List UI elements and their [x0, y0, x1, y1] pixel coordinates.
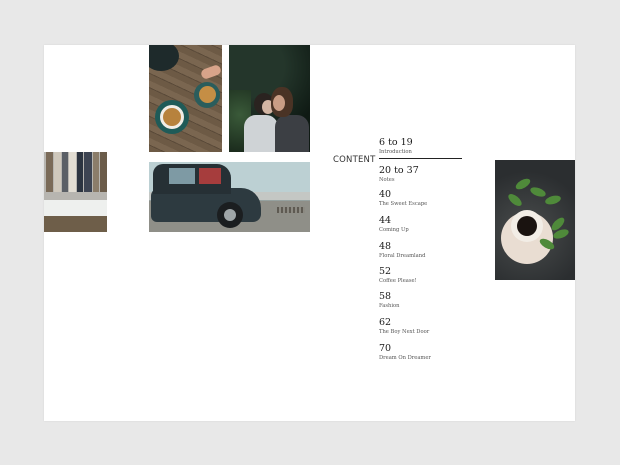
toc-title: Introduction [379, 149, 412, 155]
toc-entry[interactable]: 40 The Sweet Escape [379, 189, 427, 208]
toc-entry[interactable]: 58 Fashion [379, 291, 399, 310]
toc-entry[interactable]: 62 The Boy Next Door [379, 317, 429, 336]
photo-coffee-on-table [149, 45, 222, 152]
toc-entry[interactable]: 20 to 37 Notes [379, 165, 419, 184]
toc-title: The Sweet Escape [379, 201, 428, 207]
toc-page-range: 44 [379, 215, 392, 226]
toc-page-range: 58 [379, 291, 392, 302]
toc-entry[interactable]: 52 Coffee Please! [379, 266, 417, 285]
toc-page-range: 48 [379, 241, 392, 252]
contents-divider [379, 158, 462, 159]
toc-title: Coffee Please! [379, 278, 417, 284]
toc-entry[interactable]: 48 Floral Dreamland [379, 241, 425, 260]
photo-clothes-rack [44, 152, 107, 232]
toc-title: Dream On Dreamer [379, 355, 431, 361]
toc-page-range: 6 to 19 [379, 137, 413, 148]
toc-page-range: 62 [379, 317, 392, 328]
photo-couple [229, 45, 310, 152]
toc-title: The Boy Next Door [379, 329, 430, 335]
toc-page-range: 70 [379, 343, 392, 354]
toc-page-range: 40 [379, 189, 392, 200]
contents-heading: CONTENT [333, 155, 376, 165]
toc-entry[interactable]: 70 Dream On Dreamer [379, 343, 431, 362]
magazine-spread: CONTENT 6 to 19 Introduction 20 to 37 No… [44, 45, 575, 421]
toc-page-range: 52 [379, 266, 392, 277]
toc-title: Fashion [379, 303, 400, 309]
toc-entry[interactable]: 6 to 19 Introduction [379, 137, 413, 156]
toc-title: Coming Up [379, 227, 409, 233]
toc-entry[interactable]: 44 Coming Up [379, 215, 409, 234]
photo-vintage-car [149, 162, 310, 232]
toc-page-range: 20 to 37 [379, 165, 419, 176]
toc-title: Floral Dreamland [379, 253, 426, 259]
photo-coffee-with-leaves [495, 160, 575, 280]
toc-title: Notes [379, 177, 395, 183]
